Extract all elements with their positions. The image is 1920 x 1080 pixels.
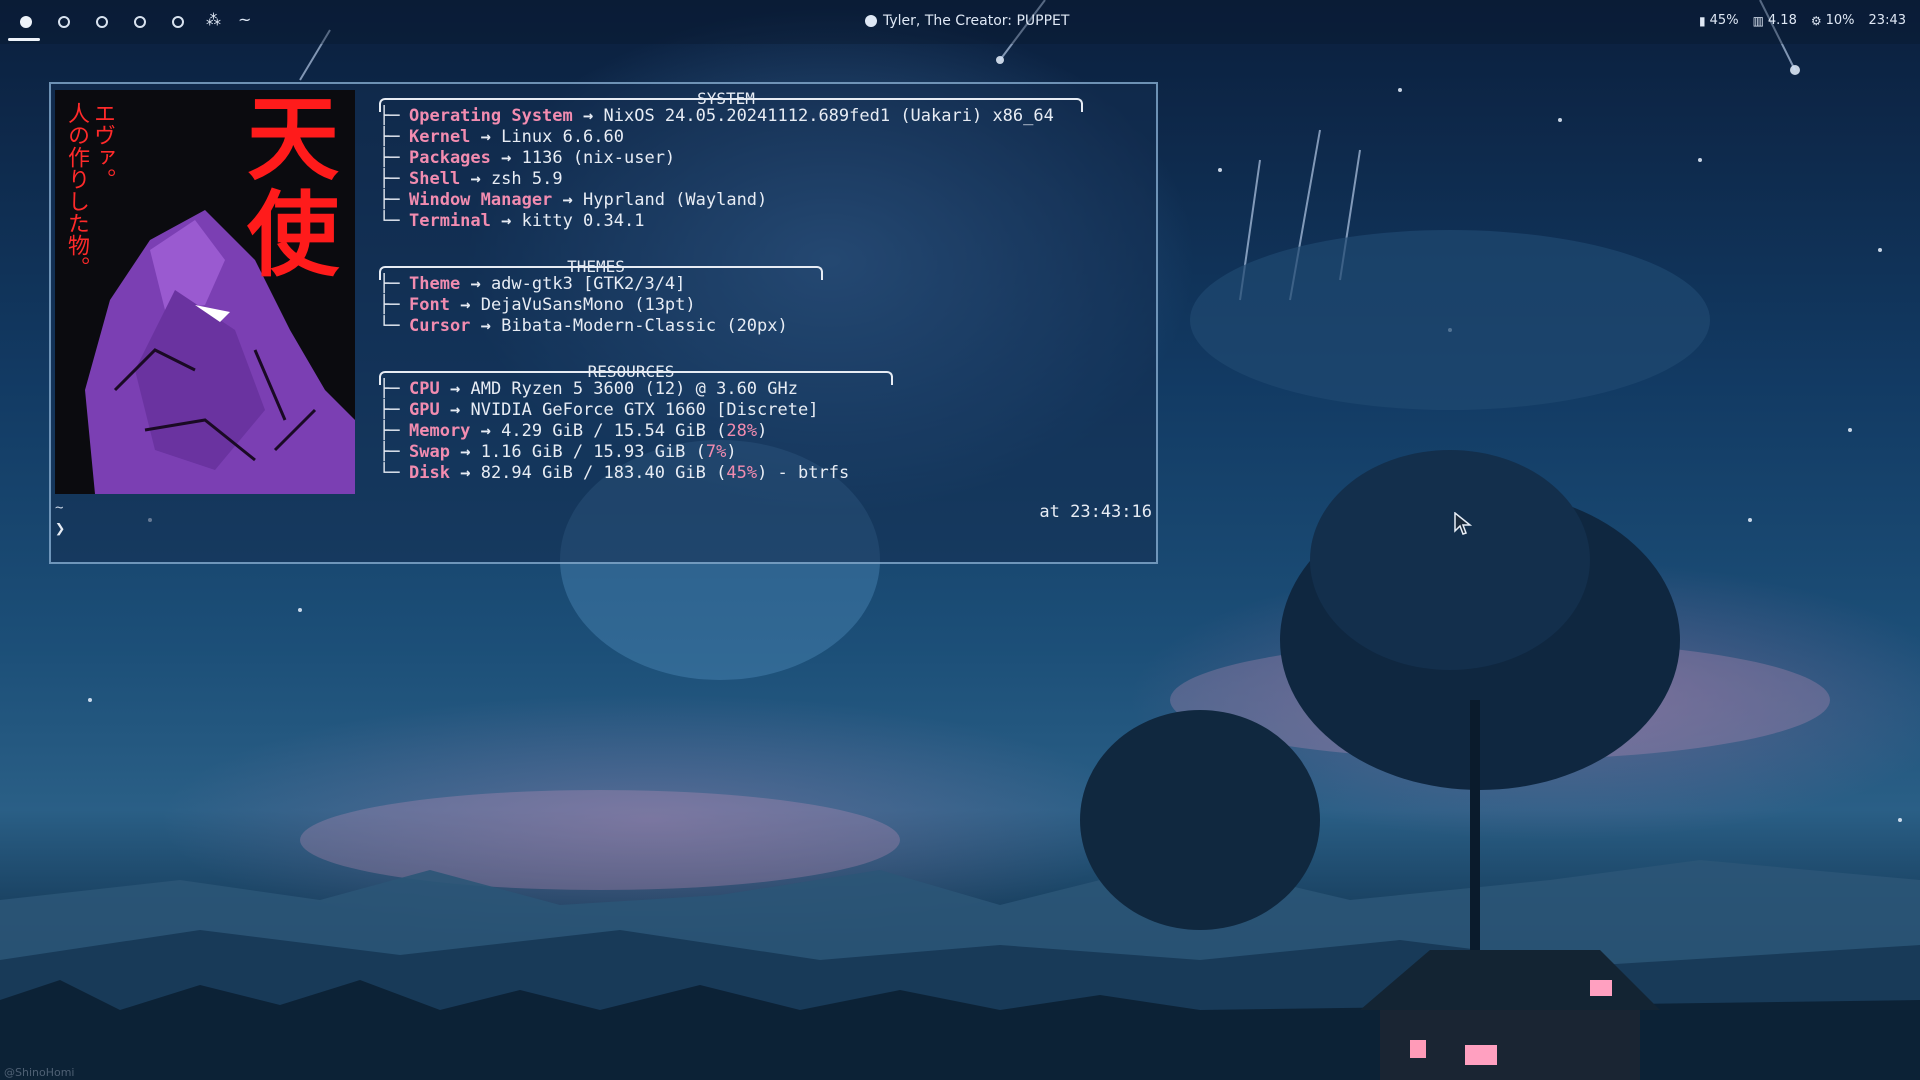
desktop: ⁂ ~ Tyler, The Creator: PUPPET ▮ 45% ▥ 4… bbox=[0, 0, 1920, 1080]
active-workspace-indicator bbox=[8, 38, 40, 41]
prompt-timestamp: at 23:43:16 bbox=[1039, 502, 1152, 522]
info-row: └─ Disk → 82.94 GiB / 183.40 GiB (45%) - … bbox=[379, 463, 850, 483]
workspace-1-button[interactable] bbox=[16, 12, 36, 32]
media-player[interactable]: Tyler, The Creator: PUPPET bbox=[865, 13, 1069, 29]
mouse-pointer-icon bbox=[1454, 512, 1472, 535]
battery-icon: ▮ bbox=[1699, 13, 1706, 28]
cpu-status[interactable]: ⚙ 10% bbox=[1811, 13, 1855, 28]
info-row: └─ Cursor → Bibata-Modern-Classic (20px) bbox=[379, 316, 788, 336]
info-row: ├─ Window Manager → Hyprland (Wayland) bbox=[379, 190, 768, 210]
info-row: ├─ Theme → adw-gtk3 [GTK2/3/4] bbox=[379, 274, 686, 294]
filled-circle-icon bbox=[20, 16, 32, 28]
info-row: ├─ Operating System → NixOS 24.05.2024111… bbox=[379, 106, 1054, 126]
info-row: ├─ Kernel → Linux 6.6.60 bbox=[379, 127, 624, 147]
info-row: ├─ Swap → 1.16 GiB / 15.93 GiB (7%) bbox=[379, 442, 737, 462]
ring-circle-icon bbox=[96, 16, 108, 28]
spotify-icon bbox=[865, 15, 877, 27]
kitty-terminal-window[interactable]: 天使 エヴァ。 人の作りした物。 SYSTEM ├─ Operating Syst… bbox=[49, 82, 1158, 564]
workspace-4-button[interactable] bbox=[130, 12, 150, 32]
info-row: ├─ Packages → 1136 (nix-user) bbox=[379, 148, 676, 168]
prompt-input[interactable]: ❯ bbox=[55, 519, 65, 539]
window-title-tilde: ~ bbox=[238, 10, 252, 29]
workspace-2-button[interactable] bbox=[54, 12, 74, 32]
vertical-japanese-text: エヴァ。 人の作りした物。 bbox=[64, 102, 115, 278]
status-tray: ▮ 45% ▥ 4.18 ⚙ 10% 23:43 bbox=[1699, 13, 1906, 28]
prompt-directory: ~ bbox=[55, 500, 64, 516]
info-row: ├─ Shell → zsh 5.9 bbox=[379, 169, 563, 189]
info-row: └─ Terminal → kitty 0.34.1 bbox=[379, 211, 645, 231]
ring-circle-icon bbox=[172, 16, 184, 28]
memory-icon: ▥ bbox=[1752, 13, 1764, 28]
top-bar: ⁂ ~ Tyler, The Creator: PUPPET ▮ 45% ▥ 4… bbox=[0, 0, 1920, 44]
wallpaper-watermark: @ShinoHomi bbox=[4, 1066, 75, 1079]
nix-snowflake-icon[interactable]: ⁂ bbox=[206, 11, 221, 29]
fetch-logo-image: 天使 エヴァ。 人の作りした物。 bbox=[55, 90, 355, 494]
kanji-title: 天使 bbox=[246, 90, 339, 289]
workspace-3-button[interactable] bbox=[92, 12, 112, 32]
info-row: ├─ Font → DejaVuSansMono (13pt) bbox=[379, 295, 696, 315]
gear-icon: ⚙ bbox=[1810, 13, 1822, 28]
info-row: ├─ CPU → AMD Ryzen 5 3600 (12) @ 3.60 GHz bbox=[379, 379, 798, 399]
info-row: ├─ Memory → 4.29 GiB / 15.54 GiB (28%) bbox=[379, 421, 768, 441]
workspace-5-button[interactable] bbox=[168, 12, 188, 32]
media-title: Tyler, The Creator: PUPPET bbox=[883, 13, 1070, 29]
battery-status[interactable]: ▮ 45% bbox=[1699, 13, 1739, 28]
ring-circle-icon bbox=[58, 16, 70, 28]
clock[interactable]: 23:43 bbox=[1869, 13, 1906, 28]
info-row: ├─ GPU → NVIDIA GeForce GTX 1660 [Discret… bbox=[379, 400, 819, 420]
fastfetch-output: SYSTEM ├─ Operating System → NixOS 24.05.… bbox=[379, 88, 1159, 508]
load-status[interactable]: ▥ 4.18 bbox=[1753, 13, 1797, 28]
ring-circle-icon bbox=[134, 16, 146, 28]
